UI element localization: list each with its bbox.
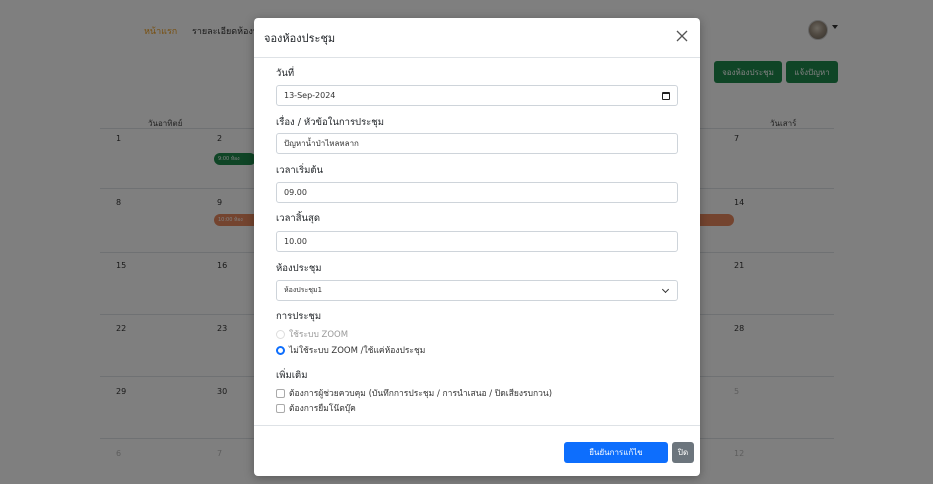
confirm-edit-button[interactable]: ยืนยันการแก้ไข: [564, 442, 668, 463]
date-value: 13-Sep-2024: [284, 91, 336, 100]
radio-label: ใช้ระบบ ZOOM: [289, 330, 349, 340]
checkbox-assistant[interactable]: ต้องการผู้ช่วยควบคุม (บันทึกการประชุม / …: [276, 386, 552, 400]
date-label: วันที่: [276, 68, 295, 79]
room-selected-value: ห้องประชุม1: [284, 286, 323, 294]
checkbox-label: ต้องการผู้ช่วยควบคุม (บันทึกการประชุม / …: [289, 389, 553, 399]
topic-value: ปัญหาน้ำป่าไหลหลาก: [284, 139, 359, 148]
topic-input[interactable]: ปัญหาน้ำป่าไหลหลาก: [276, 133, 678, 154]
checkbox[interactable]: [276, 403, 285, 413]
end-time-value: 10.00: [284, 237, 307, 246]
end-time-input[interactable]: 10.00: [276, 231, 678, 252]
room-select[interactable]: ห้องประชุม1: [276, 280, 678, 301]
topic-label: เรื่อง / หัวข้อในการประชุม: [276, 117, 384, 128]
start-time-input[interactable]: 09.00: [276, 182, 678, 203]
modal-header: จองห้องประชุม: [254, 18, 700, 58]
start-time-label: เวลาเริ่มต้น: [276, 165, 324, 176]
meeting-type-label: การประชุม: [276, 311, 322, 322]
radio-button[interactable]: [276, 329, 285, 339]
radio-button-selected[interactable]: [276, 345, 285, 355]
extra-label: เพิ่มเติม: [276, 370, 308, 381]
modal-title: จองห้องประชุม: [264, 31, 336, 45]
end-time-label: เวลาสิ้นสุด: [276, 213, 320, 224]
start-time-value: 09.00: [284, 188, 307, 197]
checkbox-notebook[interactable]: ต้องการยืมโน๊ตบุ๊ค: [276, 401, 356, 415]
chevron-down-icon: [661, 285, 670, 294]
close-icon[interactable]: [674, 28, 690, 44]
checkbox[interactable]: [276, 388, 285, 398]
date-input[interactable]: 13-Sep-2024: [276, 85, 678, 106]
calendar-icon[interactable]: [662, 92, 670, 100]
modal-footer: ยืนยันการแก้ไข ปิด: [254, 425, 700, 476]
room-label: ห้องประชุม: [276, 263, 322, 274]
radio-use-zoom[interactable]: ใช้ระบบ ZOOM: [276, 327, 348, 341]
book-room-modal: จองห้องประชุม วันที่ 13-Sep-2024 เรื่อง …: [254, 18, 700, 476]
radio-label: ไม่ใช้ระบบ ZOOM /ใช้แค่ห้องประชุม: [289, 346, 426, 356]
close-button[interactable]: ปิด: [672, 442, 694, 463]
checkbox-label: ต้องการยืมโน๊ตบุ๊ค: [289, 404, 356, 414]
radio-no-zoom[interactable]: ไม่ใช้ระบบ ZOOM /ใช้แค่ห้องประชุม: [276, 343, 425, 357]
